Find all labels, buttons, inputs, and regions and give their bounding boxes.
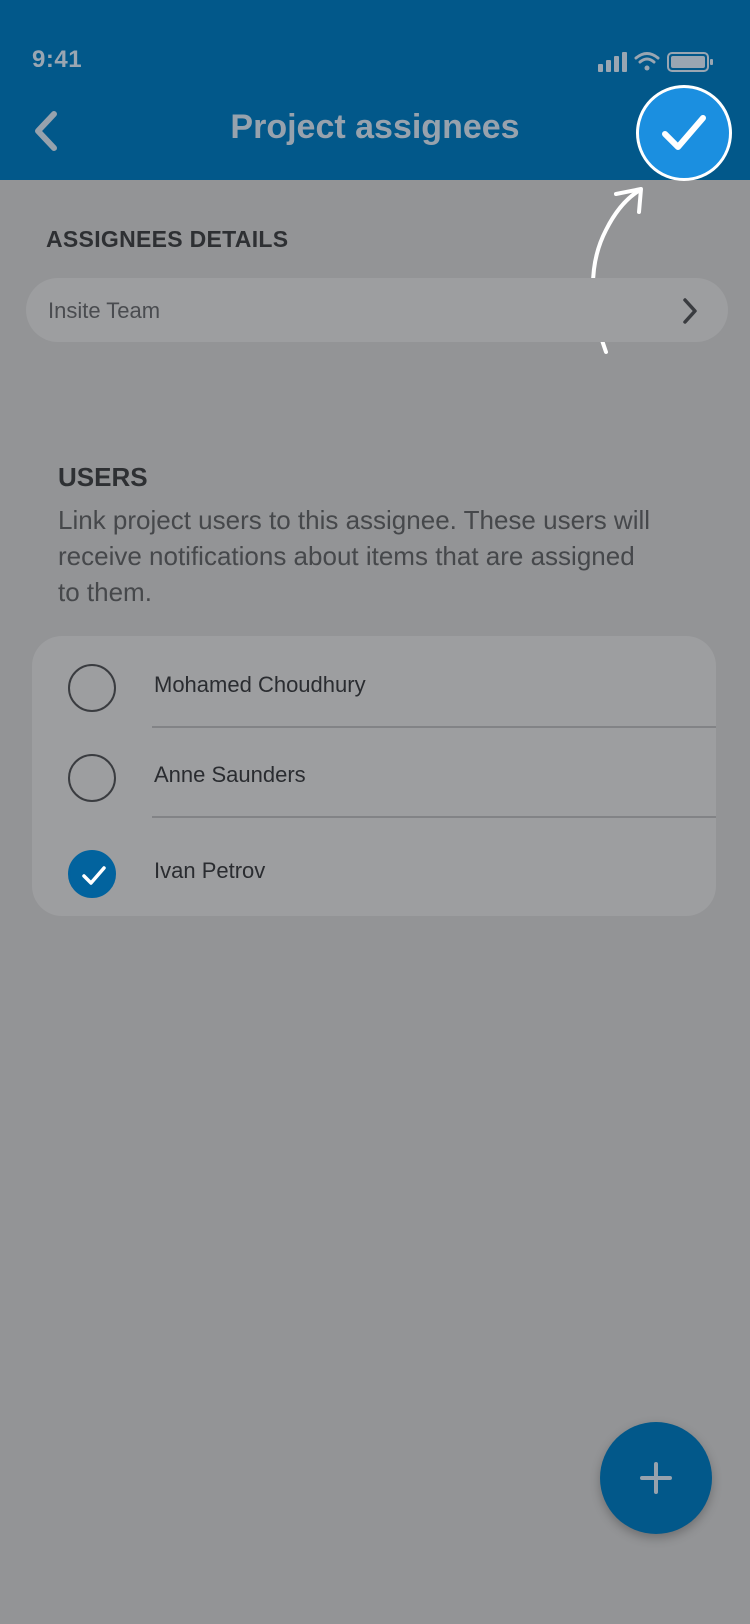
check-icon: [82, 866, 106, 885]
checkmark-icon: [662, 115, 706, 150]
list-item[interactable]: Ivan Petrov: [32, 822, 716, 912]
chevron-right-icon: [683, 298, 697, 324]
battery-icon: [667, 52, 713, 72]
wifi-icon: [634, 52, 660, 71]
users-list: Mohamed Choudhury Anne Saunders Ivan Pet…: [32, 636, 716, 916]
app-header: 9:41 Project assignees: [0, 0, 750, 180]
user-name: Ivan Petrov: [154, 858, 266, 883]
plus-icon: [640, 1462, 672, 1494]
team-selector-row[interactable]: Insite Team: [26, 278, 728, 342]
signal-icon: [598, 52, 627, 72]
users-heading: USERS: [58, 462, 148, 492]
users-description: Link project users to this assignee. The…: [58, 505, 651, 607]
list-item[interactable]: Mohamed Choudhury: [32, 636, 716, 726]
user-name: Anne Saunders: [154, 762, 306, 787]
status-time: 9:41: [32, 46, 83, 73]
radio-checked[interactable]: [68, 850, 116, 898]
radio-unchecked[interactable]: [68, 754, 116, 802]
radio-unchecked[interactable]: [68, 664, 116, 712]
user-name: Mohamed Choudhury: [154, 672, 366, 697]
status-icons: [598, 50, 714, 74]
confirm-button[interactable]: [636, 85, 732, 181]
assignees-details-heading: ASSIGNEES DETAILS: [46, 226, 289, 252]
divider: [152, 816, 716, 818]
list-item[interactable]: Anne Saunders: [32, 726, 716, 816]
add-button[interactable]: [600, 1422, 712, 1534]
team-label: Insite Team: [48, 298, 161, 323]
